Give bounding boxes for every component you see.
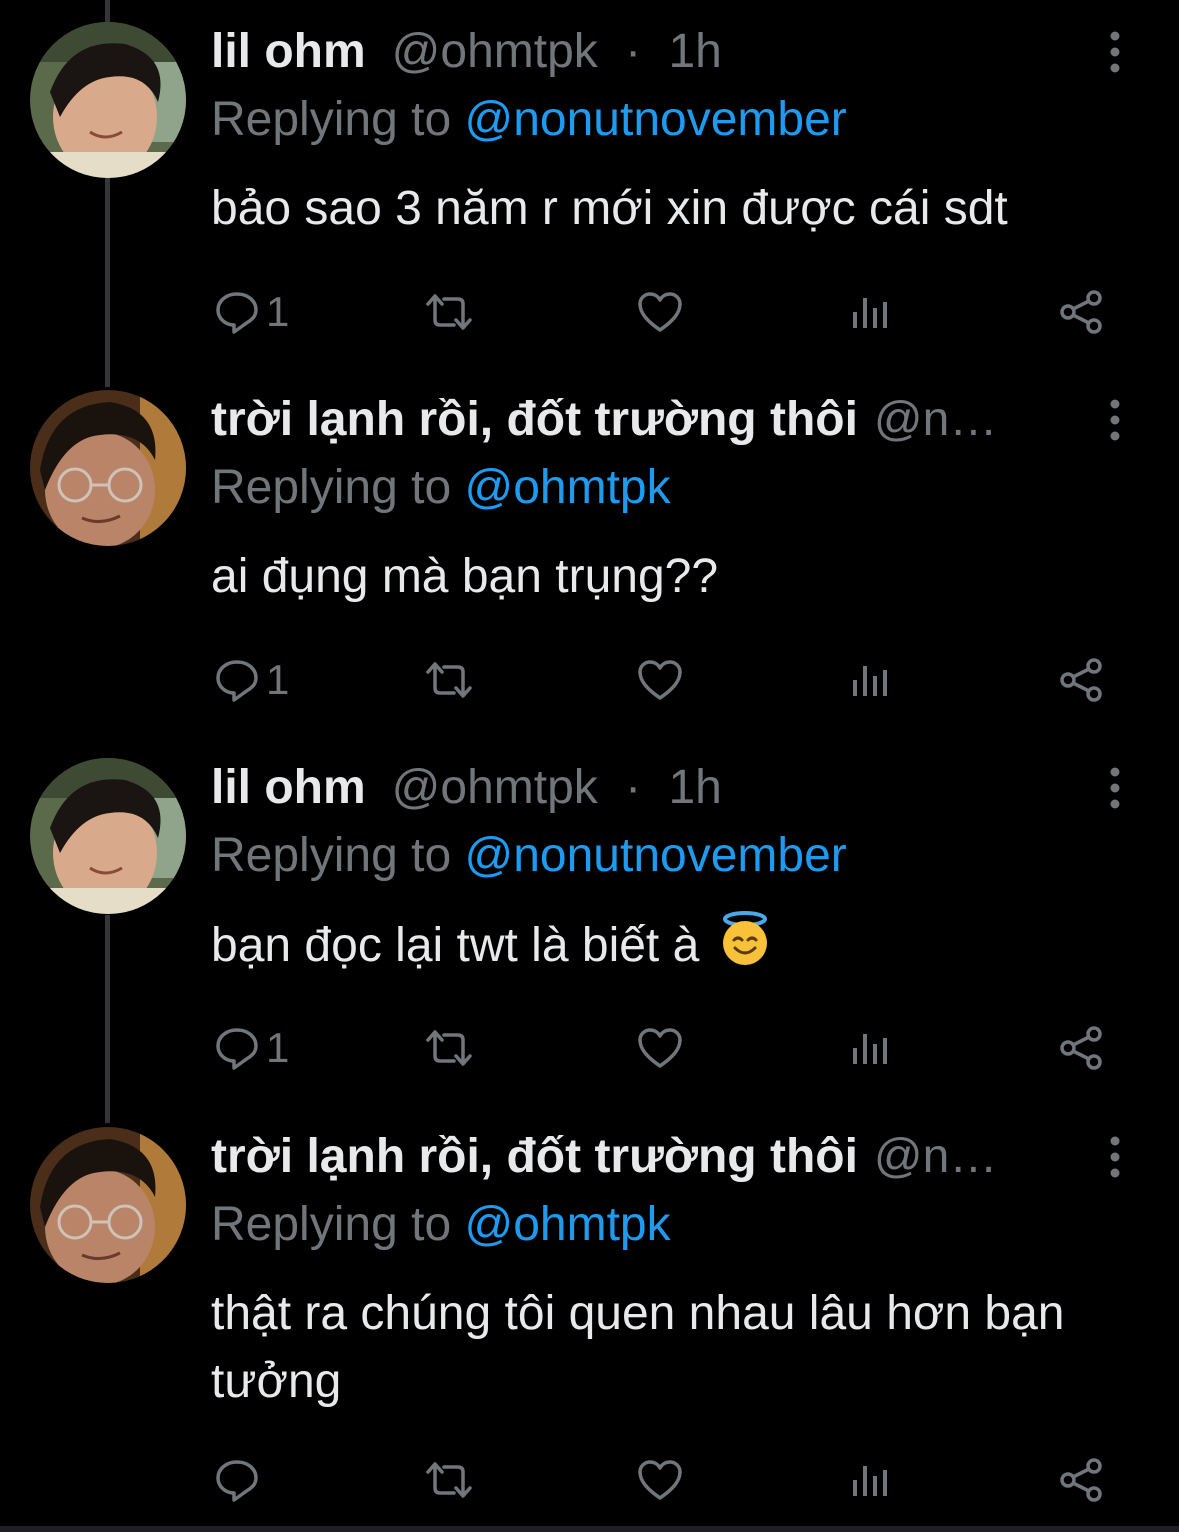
- share-icon: [1060, 1026, 1102, 1070]
- share-button[interactable]: [1058, 1018, 1104, 1078]
- replying-to: Replying to @ohmtpk: [211, 458, 671, 518]
- handle[interactable]: @ohmtpk: [392, 25, 598, 78]
- retweet-button[interactable]: [424, 650, 474, 710]
- reply-icon: [216, 660, 258, 702]
- thread-line: [105, 162, 110, 387]
- share-icon: [1060, 1458, 1102, 1502]
- bottom-divider: [0, 1526, 1179, 1532]
- share-icon: [1060, 290, 1102, 334]
- tweet-text: ai đụng mà bạn trụng??: [211, 550, 719, 603]
- mention-link[interactable]: @nonutnovember: [464, 93, 846, 146]
- avatar[interactable]: [30, 758, 186, 914]
- action-bar: 1: [0, 650, 1179, 710]
- avatar-photo: [30, 22, 186, 178]
- tweet-header: trời lạnh rồi, đốt trường thôi @n…: [211, 1127, 997, 1187]
- tweet-header: lil ohm @ohmtpk · 1h: [211, 758, 722, 818]
- views-icon: [853, 1034, 887, 1064]
- replying-prefix: Replying to: [211, 829, 452, 882]
- share-button[interactable]: [1058, 1450, 1104, 1510]
- tweet-text-container: bạn đọc lại twt là biết à: [211, 911, 1111, 980]
- more-vert-icon[interactable]: [1100, 1135, 1130, 1179]
- reply-button[interactable]: [214, 1450, 266, 1510]
- replying-to: Replying to @ohmtpk: [211, 1195, 671, 1255]
- replying-prefix: Replying to: [211, 1198, 452, 1251]
- retweet-button[interactable]: [424, 1450, 474, 1510]
- replying-prefix: Replying to: [211, 461, 452, 514]
- like-button[interactable]: [637, 282, 683, 342]
- more-vert-icon[interactable]: [1100, 30, 1130, 74]
- avatar[interactable]: [30, 1127, 186, 1283]
- separator: ·: [625, 25, 642, 78]
- timestamp[interactable]: 1h: [668, 25, 721, 78]
- views-button[interactable]: [850, 1450, 890, 1510]
- views-icon: [853, 666, 887, 696]
- retweet-icon: [426, 1462, 472, 1498]
- more-vert-icon[interactable]: [1100, 766, 1130, 810]
- avatar[interactable]: [30, 22, 186, 178]
- thread-line: [105, 0, 110, 22]
- display-name[interactable]: trời lạnh rồi, đốt trường thôi: [211, 1130, 858, 1183]
- reply-button[interactable]: 1: [214, 282, 289, 342]
- retweet-button[interactable]: [424, 1018, 474, 1078]
- tweet-header: lil ohm @ohmtpk · 1h: [211, 22, 722, 82]
- views-button[interactable]: [850, 1018, 890, 1078]
- display-name[interactable]: lil ohm: [211, 761, 366, 814]
- mention-link[interactable]: @ohmtpk: [464, 461, 670, 514]
- action-bar: 1: [0, 282, 1179, 342]
- views-button[interactable]: [850, 650, 890, 710]
- tweet-text: thật ra chúng tôi quen nhau lâu hơn bạn …: [211, 1287, 1065, 1408]
- display-name[interactable]: trời lạnh rồi, đốt trường thôi: [211, 393, 858, 446]
- replying-to: Replying to @nonutnovember: [211, 90, 847, 150]
- avatar-photo: [30, 758, 186, 914]
- mention-link[interactable]: @nonutnovember: [464, 829, 846, 882]
- avatar-photo: [30, 1127, 186, 1283]
- views-button[interactable]: [850, 282, 890, 342]
- replying-to: Replying to @nonutnovember: [211, 826, 847, 886]
- reply-icon: [216, 1460, 258, 1502]
- like-button[interactable]: [637, 650, 683, 710]
- handle[interactable]: @ohmtpk: [392, 761, 598, 814]
- retweet-icon: [426, 294, 472, 330]
- retweet-icon: [426, 662, 472, 698]
- reply-button[interactable]: 1: [214, 1018, 289, 1078]
- reply-button[interactable]: 1: [214, 650, 289, 710]
- action-bar: [0, 1450, 1179, 1510]
- like-button[interactable]: [637, 1450, 683, 1510]
- action-bar: 1: [0, 1018, 1179, 1078]
- like-icon: [638, 660, 682, 700]
- replying-prefix: Replying to: [211, 93, 452, 146]
- retweet-icon: [426, 1030, 472, 1066]
- retweet-button[interactable]: [424, 282, 474, 342]
- tweet-text: bạn đọc lại twt là biết à: [211, 919, 700, 972]
- share-icon: [1060, 658, 1102, 702]
- like-icon: [638, 1460, 682, 1500]
- reply-icon: [216, 1028, 258, 1070]
- reply-count: 1: [266, 288, 290, 335]
- views-icon: [853, 1466, 887, 1496]
- reply-icon: [216, 292, 258, 334]
- more-vert-icon[interactable]: [1100, 398, 1130, 442]
- handle[interactable]: @n…: [874, 1130, 997, 1183]
- views-icon: [853, 298, 887, 328]
- avatar[interactable]: [30, 390, 186, 546]
- timestamp[interactable]: 1h: [668, 761, 721, 814]
- smiling-face-with-halo-emoji: [722, 911, 767, 965]
- like-icon: [638, 1028, 682, 1068]
- avatar-photo: [30, 390, 186, 546]
- mention-link[interactable]: @ohmtpk: [464, 1198, 670, 1251]
- handle[interactable]: @n…: [874, 393, 997, 446]
- reply-count: 1: [266, 1024, 290, 1071]
- tweet-header: trời lạnh rồi, đốt trường thôi @n…: [211, 390, 997, 450]
- display-name[interactable]: lil ohm: [211, 25, 366, 78]
- share-button[interactable]: [1058, 282, 1104, 342]
- reply-count: 1: [266, 656, 290, 703]
- separator: ·: [625, 761, 642, 814]
- tweet-text: bảo sao 3 năm r mới xin được cái sdt: [211, 182, 1008, 235]
- like-icon: [638, 292, 682, 332]
- like-button[interactable]: [637, 1018, 683, 1078]
- share-button[interactable]: [1058, 650, 1104, 710]
